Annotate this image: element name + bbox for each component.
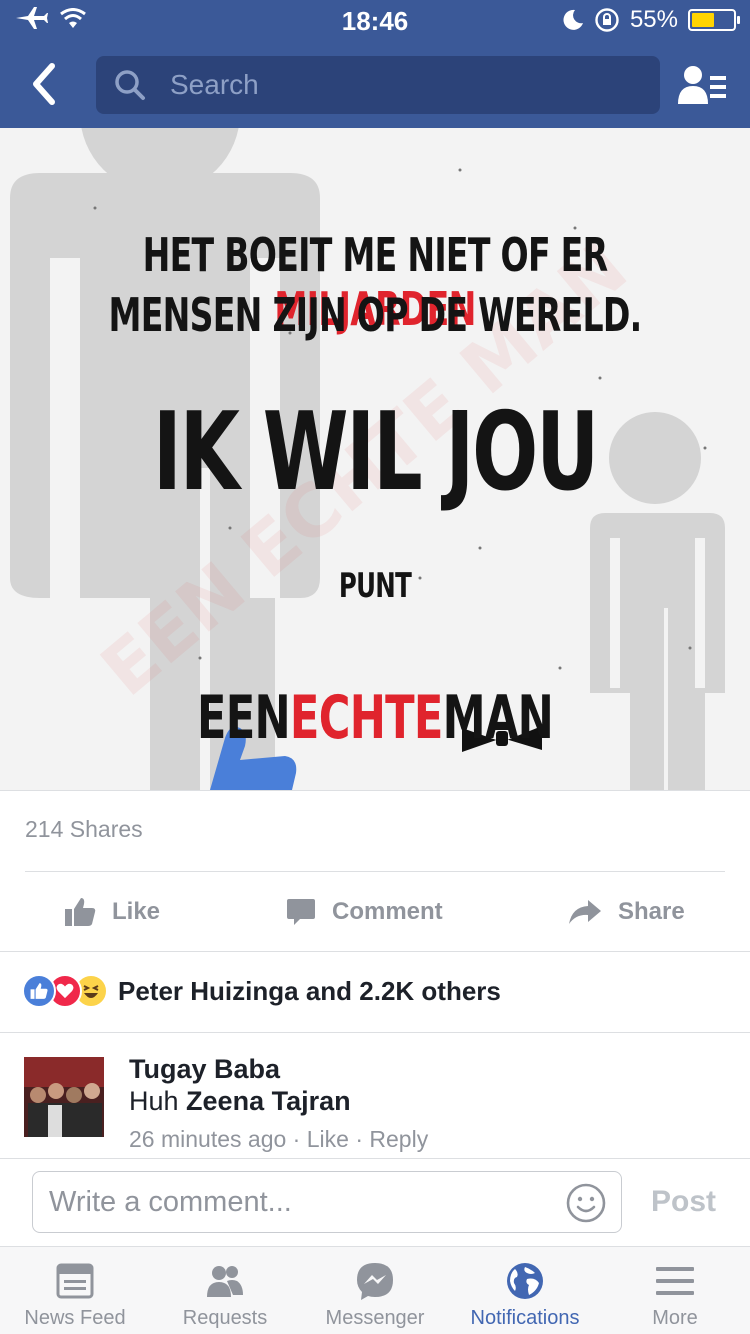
post-actions: Like Comment Share: [0, 872, 750, 952]
meta-separator: ·: [286, 1126, 307, 1152]
comment-author[interactable]: Tugay Baba: [129, 1054, 280, 1085]
comment-like-link[interactable]: Like: [307, 1126, 349, 1152]
comment-text-prefix: Huh: [129, 1086, 187, 1116]
quote-line-1-text: HET BOEIT ME NIET OF ER: [142, 228, 608, 282]
post-image[interactable]: EEN ECHTE MAN HET BOEIT ME NIET OF ER MI…: [0, 128, 750, 790]
search-icon: [115, 70, 145, 100]
share-icon: [569, 900, 601, 924]
tab-bar: News Feed Requests Messenger Notificatio…: [0, 1246, 750, 1334]
meta-separator: ·: [348, 1126, 370, 1152]
menu-icon: [656, 1267, 694, 1295]
comment-time: 26 minutes ago: [129, 1126, 287, 1152]
reactions-summary[interactable]: Peter Huizinga and 2.2K others: [22, 974, 501, 1008]
nav-row: [0, 40, 750, 128]
write-comment-bar: Post: [0, 1158, 750, 1246]
avatar[interactable]: [24, 1057, 104, 1137]
comment-button[interactable]: Comment: [286, 872, 443, 952]
like-reaction-icon: [22, 974, 56, 1008]
back-chevron-icon[interactable]: [26, 60, 66, 108]
battery-fill: [692, 13, 714, 27]
moon-icon: [563, 9, 583, 30]
quote-line-2: MENSEN ZIJN OP DE WERELD.: [108, 288, 642, 342]
divider: [0, 951, 750, 952]
requests-icon: [207, 1266, 243, 1297]
messenger-icon: [357, 1263, 393, 1300]
write-comment-box[interactable]: [32, 1171, 622, 1233]
brand-part-1: EEN: [196, 683, 291, 753]
reactions-text: Peter Huizinga and 2.2K others: [118, 975, 501, 1006]
friends-list-icon[interactable]: [678, 64, 728, 108]
tab-notifications[interactable]: Notifications: [450, 1247, 600, 1334]
divider: [0, 790, 750, 791]
quote-subline: PUNT: [338, 566, 412, 606]
tab-label: Messenger: [325, 1307, 425, 1329]
smiley-icon[interactable]: [565, 1182, 607, 1224]
tab-news-feed[interactable]: News Feed: [0, 1247, 150, 1334]
status-bar: 18:46 55%: [0, 0, 750, 40]
comment-tagged-name[interactable]: Zeena Tajran: [186, 1086, 351, 1116]
news-feed-icon: [56, 1263, 94, 1299]
search-input[interactable]: [170, 56, 640, 114]
globe-icon: [507, 1263, 543, 1299]
comment-item: Tugay Baba Huh Zeena Tajran 26 minutes a…: [24, 1052, 724, 1152]
comment-text: Huh Zeena Tajran: [129, 1086, 351, 1117]
share-button[interactable]: Share: [568, 872, 685, 952]
post-button[interactable]: Post: [651, 1185, 716, 1219]
status-right: 55%: [562, 6, 740, 34]
share-label: Share: [618, 898, 685, 925]
comment-label: Comment: [332, 898, 443, 925]
tab-label: News Feed: [24, 1307, 126, 1329]
tab-messenger[interactable]: Messenger: [300, 1247, 450, 1334]
brand-logo-text: EENECHTEMAN: [105, 683, 645, 753]
comment-meta: 26 minutes ago · Like · Reply: [129, 1126, 428, 1153]
tab-more[interactable]: More: [600, 1247, 750, 1334]
battery-percent: 55%: [629, 6, 678, 33]
tab-label: Notifications: [470, 1307, 580, 1329]
search-bar[interactable]: [96, 56, 660, 114]
like-button[interactable]: Like: [64, 872, 160, 952]
battery-icon: [688, 9, 740, 31]
comment-icon: [287, 899, 315, 925]
tab-label: Requests: [182, 1307, 268, 1329]
brand-highlight: ECHTE: [289, 683, 443, 753]
like-icon: [65, 898, 96, 926]
rotation-lock-icon: [595, 8, 619, 32]
comment-input[interactable]: [49, 1172, 549, 1232]
shares-count[interactable]: 214 Shares: [25, 816, 143, 843]
tab-label: More: [652, 1307, 698, 1329]
tab-requests[interactable]: Requests: [150, 1247, 300, 1334]
brand-part-2: MAN: [442, 683, 554, 753]
divider: [0, 1032, 750, 1033]
quote-headline: IK WIL JOU: [152, 390, 599, 515]
comment-reply-link[interactable]: Reply: [369, 1126, 428, 1152]
top-bar: 18:46 55%: [0, 0, 750, 128]
like-label: Like: [112, 898, 161, 925]
